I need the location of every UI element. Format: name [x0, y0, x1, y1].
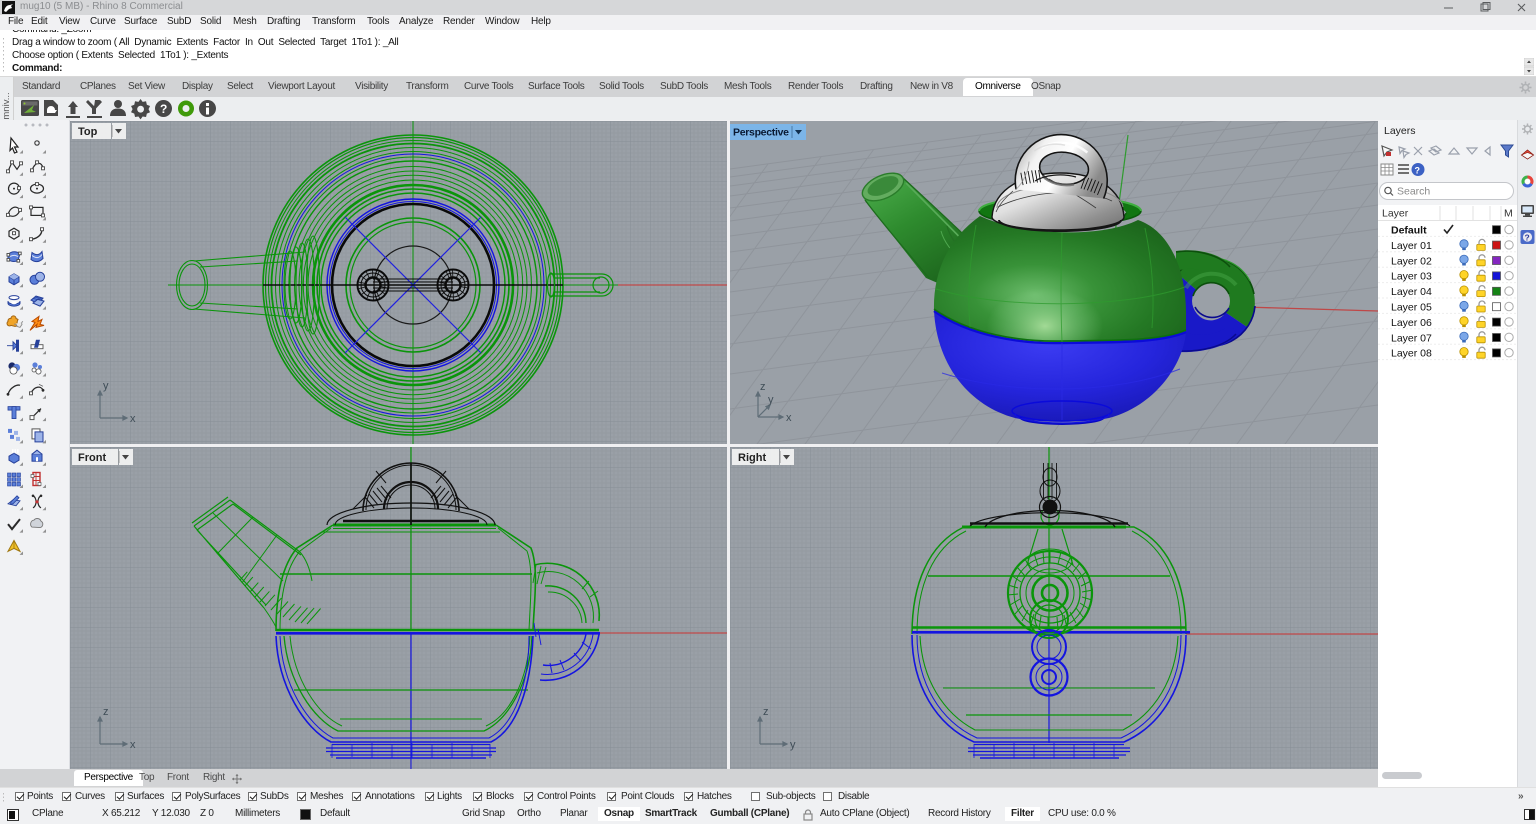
svg-text:?: ? — [1525, 233, 1530, 243]
svg-text:M: M — [1504, 208, 1513, 220]
svg-text:Layer 08: Layer 08 — [1391, 348, 1432, 360]
svg-text:z: z — [103, 706, 109, 718]
svg-text:Layer: Layer — [1382, 208, 1409, 220]
svg-text:y: y — [103, 380, 109, 392]
svg-text:z: z — [763, 706, 769, 718]
svg-text:Layer 03: Layer 03 — [1391, 271, 1432, 283]
svg-text:x: x — [130, 739, 136, 751]
svg-text:z: z — [760, 381, 766, 393]
svg-text:Top: Top — [78, 126, 98, 138]
svg-text:Layer 05: Layer 05 — [1391, 302, 1432, 314]
svg-text:Layer 07: Layer 07 — [1391, 332, 1432, 344]
svg-text:?: ? — [160, 102, 167, 116]
svg-text:x: x — [130, 413, 136, 425]
svg-text:Layer 01: Layer 01 — [1391, 240, 1432, 252]
svg-text:Default: Default — [1391, 225, 1427, 237]
svg-text:y: y — [768, 394, 774, 406]
svg-text:Right: Right — [738, 452, 766, 464]
svg-text:Layer 02: Layer 02 — [1391, 255, 1432, 267]
svg-text:Front: Front — [78, 452, 106, 464]
svg-text:Layer 04: Layer 04 — [1391, 286, 1432, 298]
svg-text:Layers: Layers — [1384, 125, 1416, 137]
svg-text:x: x — [786, 412, 792, 424]
svg-text:y: y — [790, 739, 796, 751]
svg-text:Search: Search — [1397, 186, 1430, 198]
svg-text:?: ? — [1415, 166, 1421, 176]
svg-text:Layer 06: Layer 06 — [1391, 317, 1432, 329]
svg-text:Perspective: Perspective — [733, 127, 789, 139]
